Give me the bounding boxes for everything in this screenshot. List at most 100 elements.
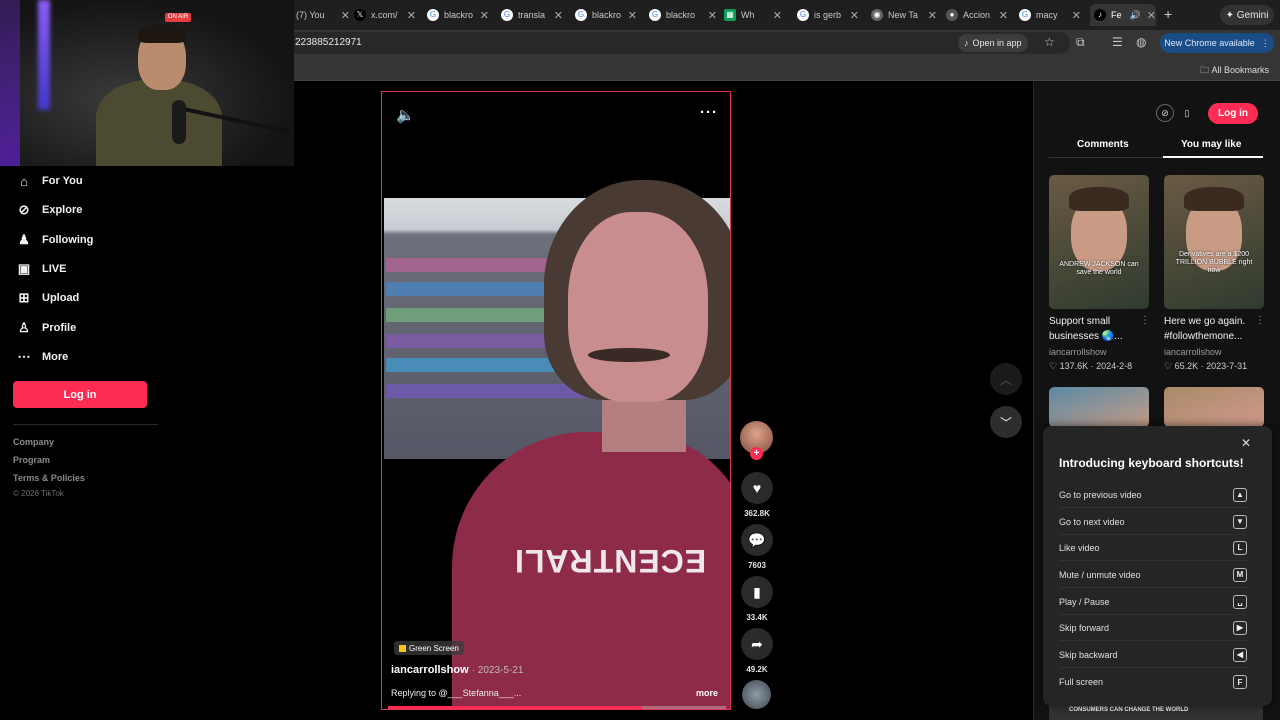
video-author[interactable]: iancarrollshow · 2023-5-21 — [391, 664, 523, 676]
close-icon[interactable]: ✕ — [850, 9, 859, 22]
profile-avatar-icon[interactable]: ◍ — [1136, 35, 1146, 49]
video-thumbnail[interactable]: ANDREW JACKSON can save the world — [1049, 175, 1149, 309]
browser-tab-active[interactable]: ♪ Fe 🔊 ✕ — [1090, 4, 1156, 26]
tab-you-may-like[interactable]: You may like — [1181, 139, 1241, 150]
tiktok-icon: ♪ — [964, 38, 969, 48]
login-button[interactable]: Log in — [13, 381, 147, 408]
tab-title: Wh — [741, 10, 755, 20]
share-button[interactable]: ➦ — [741, 628, 773, 660]
active-tab-indicator — [1163, 156, 1263, 158]
card-author[interactable]: iancarrollshow — [1049, 347, 1107, 357]
on-air-sign: ON AIR — [165, 13, 191, 22]
video-thumbnail[interactable]: Derivatives are a $200 TRILLION BUBBLE r… — [1164, 175, 1264, 309]
all-bookmarks-button[interactable]: 🗀 All Bookmarks — [1200, 63, 1269, 79]
shirt-text: ECENTRALI — [514, 543, 707, 579]
thumbnail-caption: ANDREW JACKSON can save the world — [1059, 261, 1139, 276]
footer-link-terms[interactable]: Terms & Policies — [13, 473, 85, 483]
like-button[interactable]: ♥ — [741, 472, 773, 504]
sidebar-item-for-you[interactable]: ⌂ For You — [16, 173, 82, 189]
browser-tab[interactable]: Gblackro ✕ — [649, 4, 717, 26]
close-icon[interactable]: ✕ — [554, 9, 563, 22]
sidebar-item-upload[interactable]: ⊞ Upload — [16, 290, 80, 306]
card-menu-icon[interactable]: ⋮ — [1255, 315, 1265, 326]
close-icon[interactable]: ✕ — [407, 9, 416, 22]
footer-link-program[interactable]: Program — [13, 455, 50, 465]
more-link[interactable]: more — [696, 688, 718, 698]
browser-tab[interactable]: Gmacy ✕ — [1019, 4, 1081, 26]
sparkle-icon: ✦ — [1225, 9, 1237, 21]
url-text[interactable]: 223885212971 — [295, 37, 362, 48]
compass-icon[interactable]: ⊘ — [1156, 104, 1174, 122]
footer-link-company[interactable]: Company — [13, 437, 54, 447]
green-screen-badge[interactable]: Green Screen — [394, 641, 464, 655]
tab-search-icon[interactable]: ☰ — [1112, 35, 1123, 49]
video-progress-bar[interactable] — [388, 706, 726, 709]
browser-tab[interactable]: Gblackro ✕ — [575, 4, 637, 26]
sidebar-item-more[interactable]: ⋯ More — [16, 349, 69, 365]
copyright-text: © 2026 TikTok — [13, 489, 64, 498]
card-author[interactable]: iancarrollshow — [1164, 347, 1222, 357]
close-icon[interactable]: ✕ — [1147, 9, 1156, 22]
browser-tab[interactable]: 𝕏x.com/ ✕ — [354, 4, 416, 26]
video-thumbnail[interactable] — [1049, 387, 1149, 427]
card-title[interactable]: Here we go again. #followthemone... — [1164, 314, 1256, 344]
tab-title: blackro — [444, 10, 474, 20]
badge-label: Green Screen — [409, 643, 459, 653]
close-icon[interactable]: ✕ — [480, 9, 489, 22]
shortcut-row: Skip backward ◀ — [1059, 642, 1247, 668]
new-tab-icon[interactable]: + — [1164, 6, 1172, 22]
browser-tab[interactable]: Gtransla ✕ — [501, 4, 563, 26]
card-menu-icon[interactable]: ⋮ — [1140, 315, 1150, 326]
follow-plus-icon[interactable]: + — [750, 447, 763, 460]
tab-title: New Ta — [888, 10, 918, 20]
close-icon[interactable]: ✕ — [628, 9, 637, 22]
browser-tab[interactable]: ● Accion ✕ — [946, 4, 1008, 26]
browser-tab[interactable]: ◉ New Ta ✕ — [871, 4, 937, 26]
cast-icon[interactable]: ⧉ — [1076, 35, 1085, 50]
streamer-hair — [138, 25, 186, 43]
sidebar-item-label: More — [42, 351, 69, 363]
gemini-button[interactable]: ✦ Gemini — [1220, 5, 1274, 25]
heart-outline-icon: ♡ — [1164, 361, 1175, 371]
sidebar-item-explore[interactable]: ⊘ Explore — [16, 202, 83, 218]
sidebar-item-live[interactable]: ▣ LIVE — [16, 261, 67, 277]
shortcut-row: Mute / unmute video M — [1059, 562, 1247, 588]
phone-icon[interactable]: ▯ — [1178, 104, 1196, 122]
save-button[interactable]: ▮ — [741, 576, 773, 608]
purple-light — [0, 0, 20, 166]
sidebar-item-label: Following — [42, 234, 94, 246]
new-chrome-available-button[interactable]: New Chrome available ⋮ — [1160, 33, 1274, 53]
browser-tab[interactable]: Gblackro ✕ — [427, 4, 489, 26]
next-video-button[interactable]: ﹀ — [990, 406, 1022, 438]
volume-icon[interactable]: 🔈 — [396, 106, 415, 124]
author-name[interactable]: iancarrollshow — [391, 664, 469, 676]
music-disc[interactable] — [742, 680, 771, 709]
card-title[interactable]: Support small businesses 🌏... — [1049, 314, 1141, 344]
video-thumbnail[interactable]: CONSUMERS CAN CHANGE THE WORLD — [1049, 706, 1263, 720]
shortcut-row: Go to previous video ▲ — [1059, 482, 1247, 508]
open-in-app-button[interactable]: ♪ Open in app — [958, 34, 1028, 52]
neon-light — [38, 0, 50, 110]
tab-comments[interactable]: Comments — [1077, 139, 1129, 150]
sidebar-item-profile[interactable]: ♙ Profile — [16, 320, 76, 336]
close-icon[interactable]: ✕ — [1241, 436, 1251, 450]
close-icon[interactable]: ✕ — [708, 9, 717, 22]
login-button[interactable]: Log in — [1208, 103, 1258, 124]
more-options-icon[interactable]: ··· — [700, 104, 718, 121]
previous-video-button[interactable]: ︿ — [990, 363, 1022, 395]
sidebar-item-following[interactable]: ♟ Following — [16, 232, 93, 248]
close-icon[interactable]: ✕ — [928, 9, 937, 22]
close-icon[interactable]: ✕ — [773, 9, 782, 22]
person-face — [568, 212, 708, 402]
close-icon[interactable]: ✕ — [1072, 9, 1081, 22]
bookmark-star-icon[interactable]: ☆ — [1044, 35, 1055, 49]
video-thumbnail[interactable] — [1164, 387, 1264, 427]
video-player[interactable]: ECENTRALI 🔈 ··· Green Screen iancarrolls… — [381, 91, 731, 710]
close-icon[interactable]: ✕ — [341, 9, 350, 22]
browser-tab[interactable]: Gis gerb ✕ — [797, 4, 859, 26]
browser-tab[interactable]: (7) You ✕ — [296, 4, 350, 26]
comment-button[interactable]: 💬 — [741, 524, 773, 556]
close-icon[interactable]: ✕ — [999, 9, 1008, 22]
address-bar[interactable] — [280, 32, 1070, 54]
browser-tab[interactable]: ▦ Wh ✕ — [724, 4, 782, 26]
